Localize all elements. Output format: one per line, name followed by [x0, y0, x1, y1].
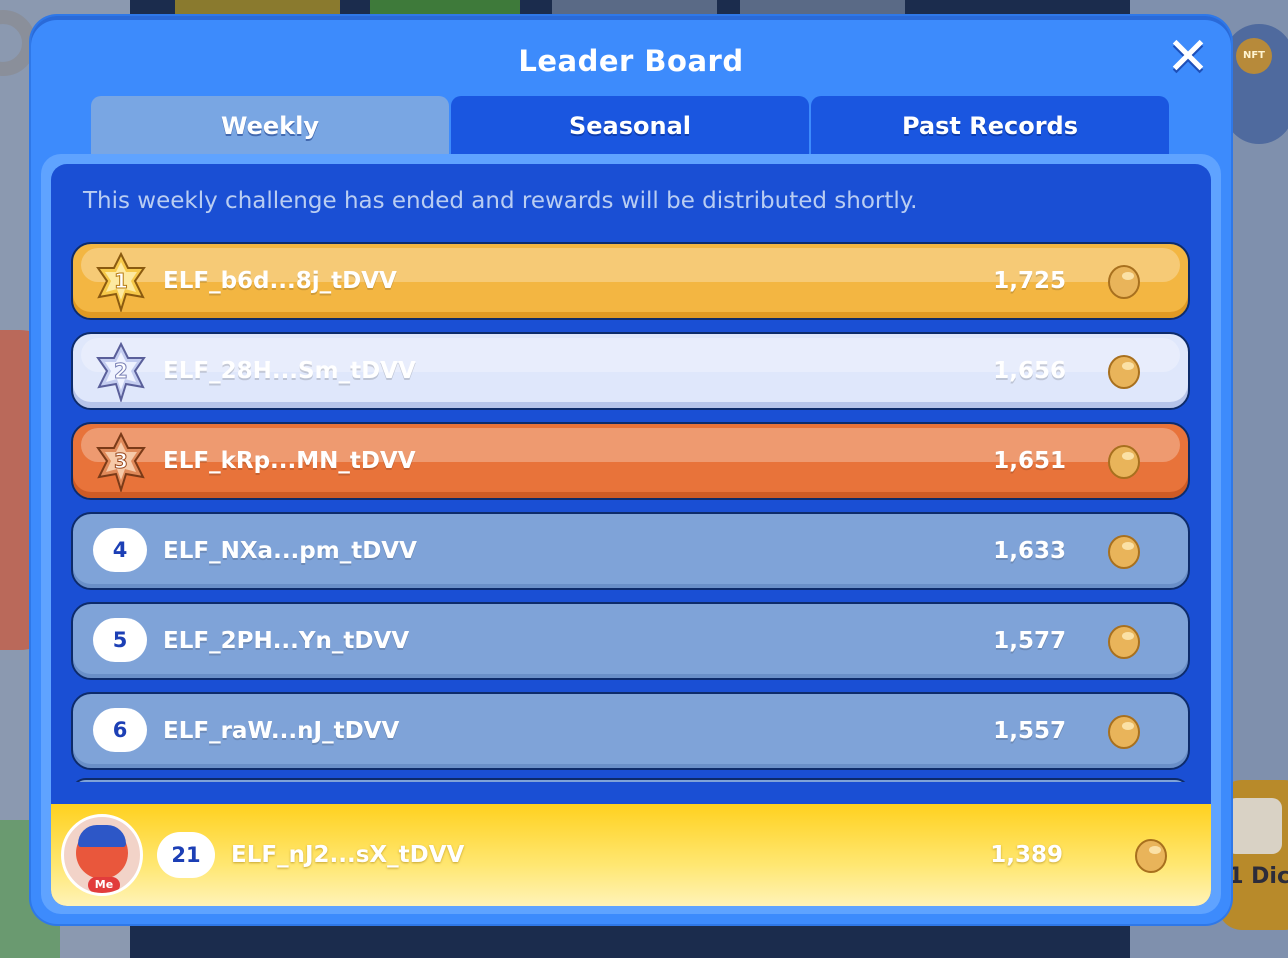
my-score: 1,389 — [990, 842, 1063, 868]
player-name: ELF_kRp...MN_tDVV — [163, 448, 416, 474]
bean-icon — [1108, 265, 1140, 299]
leaderboard-row-1: 1 ELF_b6d...8j_tDVV 1,725 — [71, 242, 1190, 320]
leaderboard-row-4: 4 ELF_NXa...pm_tDVV 1,633 — [71, 512, 1190, 590]
player-score: 1,557 — [993, 718, 1066, 744]
player-score: 1,577 — [993, 628, 1066, 654]
player-name: ELF_NXa...pm_tDVV — [163, 538, 417, 564]
tab-weekly[interactable]: Weekly — [91, 96, 449, 156]
player-score: 1,725 — [993, 268, 1066, 294]
bean-icon — [1135, 839, 1167, 873]
my-player-name: ELF_nJ2...sX_tDVV — [231, 842, 465, 868]
player-name: ELF_28H...Sm_tDVV — [163, 358, 416, 384]
player-name: ELF_2PH...Yn_tDVV — [163, 628, 410, 654]
bronze-medal-icon: 3 — [96, 432, 146, 492]
svg-text:1: 1 — [114, 269, 128, 293]
panel-frame: This weekly challenge has ended and rewa… — [41, 154, 1221, 914]
tab-bar: Weekly Seasonal Past Records — [91, 96, 1171, 156]
leaderboard-row-2: 2 ELF_28H...Sm_tDVV 1,656 — [71, 332, 1190, 410]
svg-text:2: 2 — [114, 359, 128, 383]
dice-button-label: 1 Dic — [1228, 864, 1288, 889]
bean-icon — [1108, 715, 1140, 749]
leaderboard-row-6: 6 ELF_raW...nJ_tDVV 1,557 — [71, 692, 1190, 770]
player-name: ELF_b6d...8j_tDVV — [163, 268, 397, 294]
bean-icon — [1108, 355, 1140, 389]
challenge-ended-notice: This weekly challenge has ended and rewa… — [83, 188, 918, 214]
avatar[interactable]: Me — [61, 814, 143, 896]
player-score: 1,651 — [993, 448, 1066, 474]
silver-medal-icon: 2 — [96, 342, 146, 402]
close-icon: ✕ — [1166, 27, 1210, 87]
svg-text:3: 3 — [114, 449, 128, 473]
rank-badge: 6 — [93, 708, 147, 752]
leaderboard-row-partial — [71, 778, 1190, 782]
my-rank-bar: Me 21 ELF_nJ2...sX_tDVV 1,389 — [51, 804, 1211, 906]
modal-title: Leader Board — [518, 44, 744, 78]
rank-badge: 4 — [93, 528, 147, 572]
rank-badge: 5 — [93, 618, 147, 662]
bean-icon — [1108, 625, 1140, 659]
close-button[interactable]: ✕ — [1161, 30, 1215, 84]
player-score: 1,633 — [993, 538, 1066, 564]
nft-shop-icon: NFT — [1236, 38, 1272, 74]
bean-icon — [1108, 445, 1140, 479]
bean-icon — [1108, 535, 1140, 569]
leaderboard-panel: This weekly challenge has ended and rewa… — [51, 164, 1211, 906]
my-rank-badge: 21 — [157, 832, 215, 878]
leaderboard-list[interactable]: 1 ELF_b6d...8j_tDVV 1,725 2 ELF_28H...Sm… — [71, 242, 1190, 782]
player-name: ELF_raW...nJ_tDVV — [163, 718, 400, 744]
leaderboard-row-3: 3 ELF_kRp...MN_tDVV 1,651 — [71, 422, 1190, 500]
dice-icon — [1226, 798, 1282, 854]
tab-past-records[interactable]: Past Records — [811, 96, 1169, 156]
me-badge: Me — [88, 877, 120, 893]
leaderboard-modal: Leader Board ✕ Weekly Seasonal Past Reco… — [31, 16, 1231, 924]
avatar-cap — [78, 825, 126, 847]
tab-seasonal[interactable]: Seasonal — [451, 96, 809, 156]
leaderboard-row-5: 5 ELF_2PH...Yn_tDVV 1,577 — [71, 602, 1190, 680]
gold-medal-icon: 1 — [96, 252, 146, 312]
player-score: 1,656 — [993, 358, 1066, 384]
